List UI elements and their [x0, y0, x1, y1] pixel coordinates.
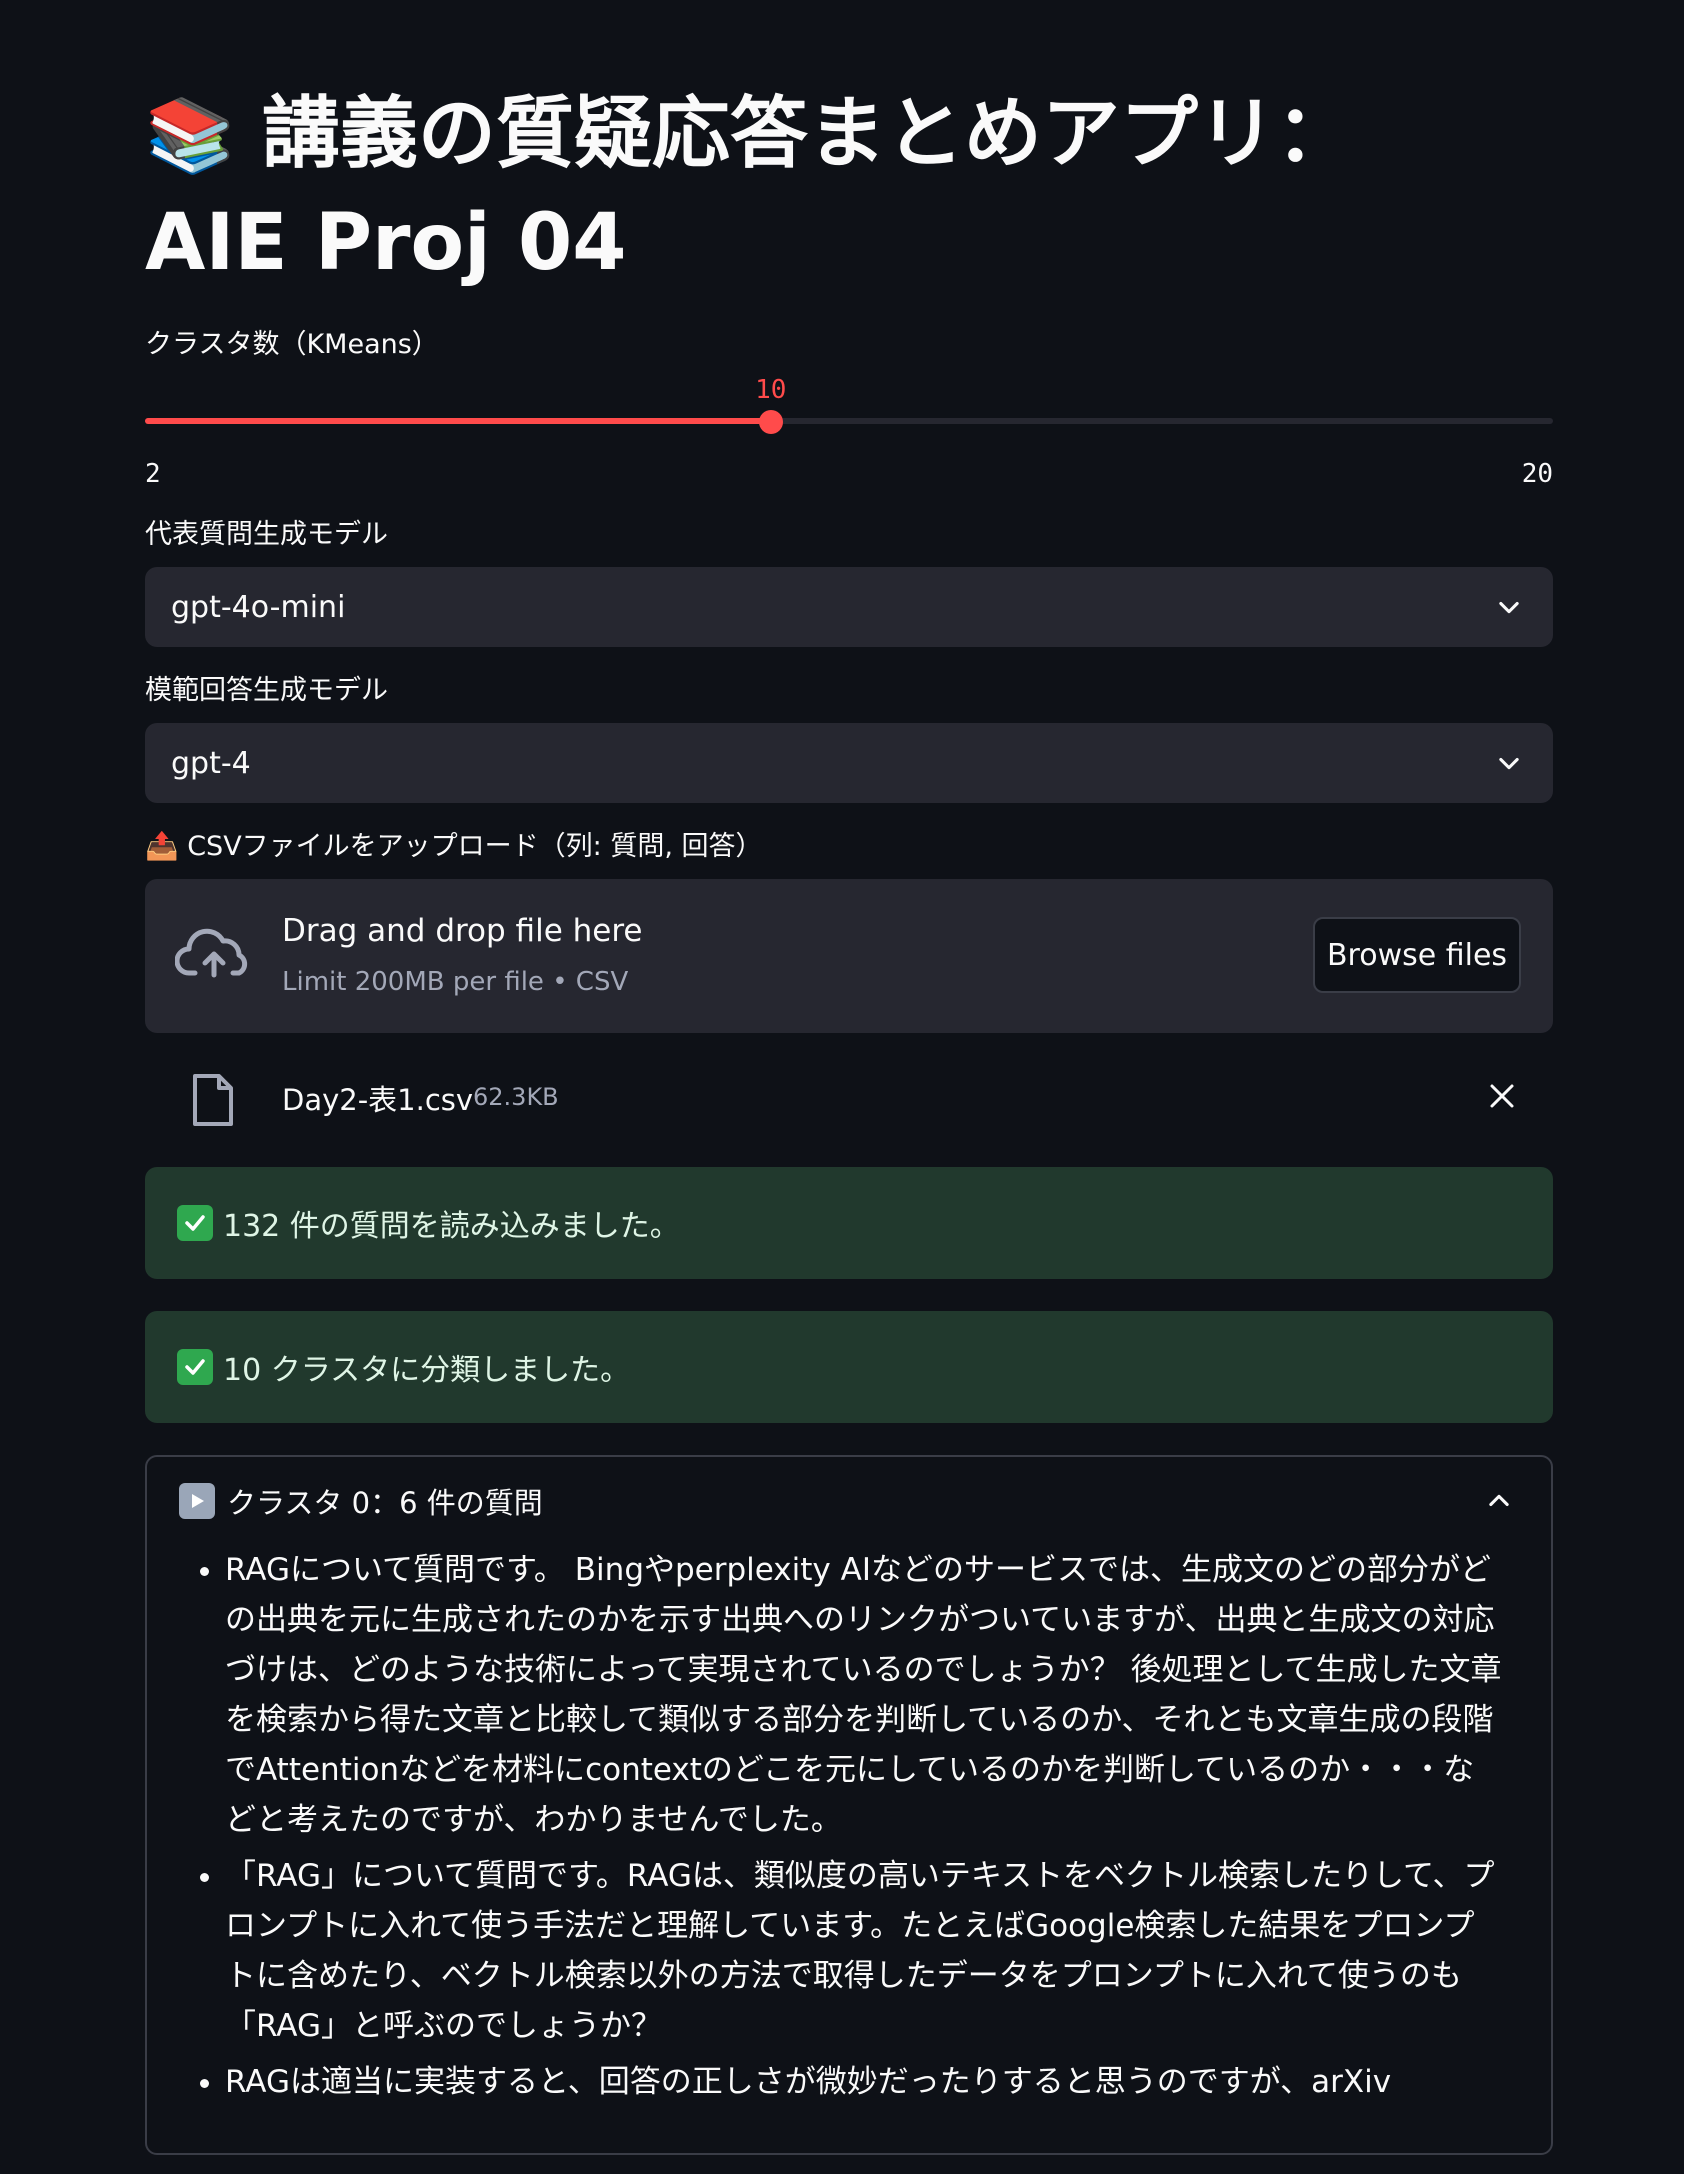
chevron-down-icon [1499, 757, 1519, 770]
list-item: RAGについて質問です。 Bingやperplexity AIなどのサービスでは… [225, 1545, 1503, 1845]
slider-thumb[interactable] [758, 410, 783, 434]
page-title-line1: 講義の質疑応答まとめアプリ： [261, 89, 1354, 179]
app-page: 📚 講義の質疑応答まとめアプリ： AIE Proj 04 クラスタ数（KMean… [0, 0, 1684, 2174]
close-icon[interactable] [1489, 1083, 1515, 1109]
check-icon [177, 1205, 213, 1241]
success-alert-loaded: 132 件の質問を読み込みました。 [145, 1167, 1553, 1279]
slider-fill [145, 418, 771, 424]
file-icon [193, 1074, 233, 1126]
file-size: 62.3KB [473, 1083, 559, 1111]
file-dropzone[interactable]: Drag and drop file here Limit 200MB per … [145, 879, 1553, 1033]
slider-track[interactable] [145, 418, 1553, 424]
cluster-count-label: クラスタ数（KMeans） [145, 329, 439, 360]
list-item: 「RAG」について質問です。RAGは、類似度の高いテキストをベクトル検索したりし… [225, 1851, 1503, 2051]
books-icon: 📚 [145, 93, 235, 177]
slider-max-label: 20 [1521, 459, 1553, 489]
page-title-line2: AIE Proj 04 [145, 198, 627, 288]
check-icon [177, 1349, 213, 1385]
play-icon [179, 1483, 215, 1519]
browse-files-button[interactable]: Browse files [1313, 917, 1521, 993]
file-name: Day2-表1.csv [282, 1083, 474, 1117]
cluster-0-expander-header[interactable]: クラスタ 0：6 件の質問 [147, 1457, 1551, 1545]
upload-label: 📤 CSVファイルをアップロード（列: 質問, 回答） [145, 831, 763, 862]
chevron-down-icon [1499, 601, 1519, 614]
question-model-label: 代表質問生成モデル [145, 519, 388, 550]
slider-value: 10 [755, 375, 787, 405]
uploaded-file-row: Day2-表1.csv 62.3KB [145, 1033, 1553, 1161]
list-item: RAGは適当に実装すると、回答の正しさが微妙だったりすると思うのですが、arXi… [225, 2057, 1503, 2107]
answer-model-select[interactable]: gpt-4 [145, 723, 1553, 803]
cluster-0-expander: クラスタ 0：6 件の質問 RAGについて質問です。 Bingやperplexi… [145, 1455, 1553, 2155]
question-list: RAGについて質問です。 Bingやperplexity AIなどのサービスでは… [147, 1545, 1551, 2107]
answer-model-value: gpt-4 [171, 745, 251, 781]
main-content: 📚 講義の質疑応答まとめアプリ： AIE Proj 04 クラスタ数（KMean… [145, 0, 1553, 2155]
drop-text: Drag and drop file here [282, 913, 643, 949]
slider-min-label: 2 [145, 459, 161, 489]
cluster-count-slider[interactable]: 10 2 20 [145, 371, 1553, 489]
success-alert-clustered-text: 10 クラスタに分類しました。 [223, 1353, 631, 1388]
page-title: 📚 講義の質疑応答まとめアプリ： AIE Proj 04 [145, 0, 1553, 297]
cloud-upload-icon [175, 928, 248, 978]
success-alert-clustered: 10 クラスタに分類しました。 [145, 1311, 1553, 1423]
question-model-value: gpt-4o-mini [171, 589, 346, 625]
chevron-up-icon [1489, 1494, 1509, 1507]
limit-text: Limit 200MB per file • CSV [282, 967, 629, 997]
answer-model-label: 模範回答生成モデル [145, 675, 388, 706]
question-model-select[interactable]: gpt-4o-mini [145, 567, 1553, 647]
cluster-0-expander-title: クラスタ 0：6 件の質問 [227, 1486, 543, 1520]
success-alert-loaded-text: 132 件の質問を読み込みました。 [223, 1209, 680, 1244]
